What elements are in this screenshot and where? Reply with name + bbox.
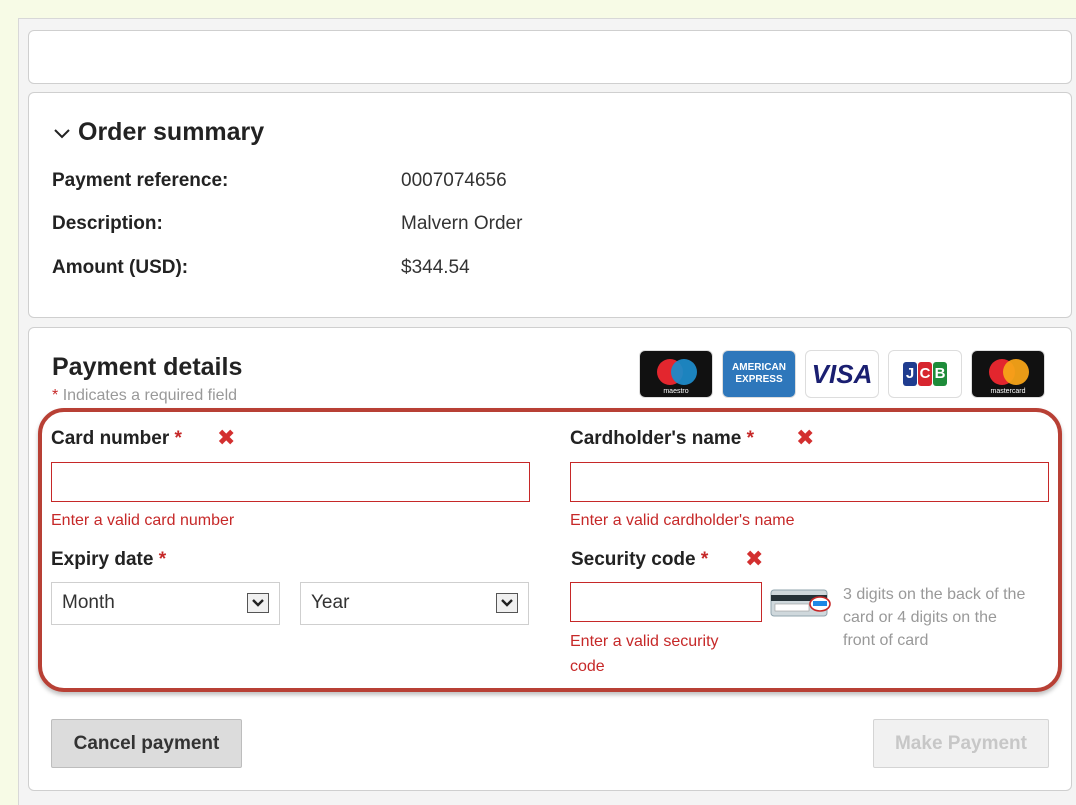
expiry-month-value: Month — [62, 592, 115, 613]
security-code-hint: 3 digits on the back of the card or 4 di… — [843, 586, 1026, 649]
cardholder-name-error-icon: ✖ — [796, 425, 815, 450]
card-back-icon — [769, 586, 833, 619]
security-code-error-icon: ✖ — [745, 546, 764, 571]
description-label: Description: — [52, 213, 163, 234]
header-panel — [28, 30, 1072, 84]
required-star: * — [52, 387, 59, 404]
expiry-year-select[interactable]: Year — [300, 582, 529, 625]
amex-logo: AMERICAN EXPRESS — [722, 350, 796, 398]
security-code-input[interactable] — [570, 582, 762, 622]
security-code-label: Security code * — [571, 549, 709, 570]
card-number-error-icon: ✖ — [217, 425, 236, 450]
cardholder-name-label: Cardholder's name * — [570, 428, 755, 449]
card-number-error: Enter a valid card number — [51, 512, 235, 529]
cardholder-name-input[interactable] — [570, 462, 1049, 502]
payment-reference-label: Payment reference: — [52, 170, 229, 191]
order-summary-title: Order summary — [78, 118, 265, 146]
payment-reference-value: 0007074656 — [401, 170, 507, 191]
description-value: Malvern Order — [401, 213, 523, 234]
chevron-down-icon — [247, 593, 269, 613]
cardholder-name-error: Enter a valid cardholder's name — [570, 512, 795, 529]
make-payment-button[interactable]: Make Payment — [873, 719, 1049, 768]
amount-value: $344.54 — [401, 257, 470, 278]
chevron-down-icon — [52, 121, 72, 141]
mastercard-logo: mastercard — [971, 350, 1045, 398]
card-number-label: Card number * — [51, 428, 182, 449]
expiry-date-label: Expiry date * — [51, 549, 167, 570]
chevron-down-icon — [496, 593, 518, 613]
jcb-logo: J C B — [888, 350, 962, 398]
expiry-month-select[interactable]: Month — [51, 582, 280, 625]
expiry-year-value: Year — [311, 592, 350, 613]
required-note-text: Indicates a required field — [62, 387, 238, 404]
accepted-cards: maestro AMERICAN EXPRESS VISA J C B mast… — [639, 350, 1045, 398]
visa-logo: VISA — [805, 350, 879, 398]
order-summary-toggle[interactable]: Order summary — [52, 118, 264, 147]
security-code-error: Enter a valid security code — [570, 633, 719, 675]
card-number-input[interactable] — [51, 462, 530, 502]
payment-details-title: Payment details — [52, 353, 243, 381]
amount-label: Amount (USD): — [52, 257, 189, 278]
maestro-logo: maestro — [639, 350, 713, 398]
cancel-payment-button[interactable]: Cancel payment — [51, 719, 242, 768]
required-field-note: * Indicates a required field — [52, 387, 237, 405]
